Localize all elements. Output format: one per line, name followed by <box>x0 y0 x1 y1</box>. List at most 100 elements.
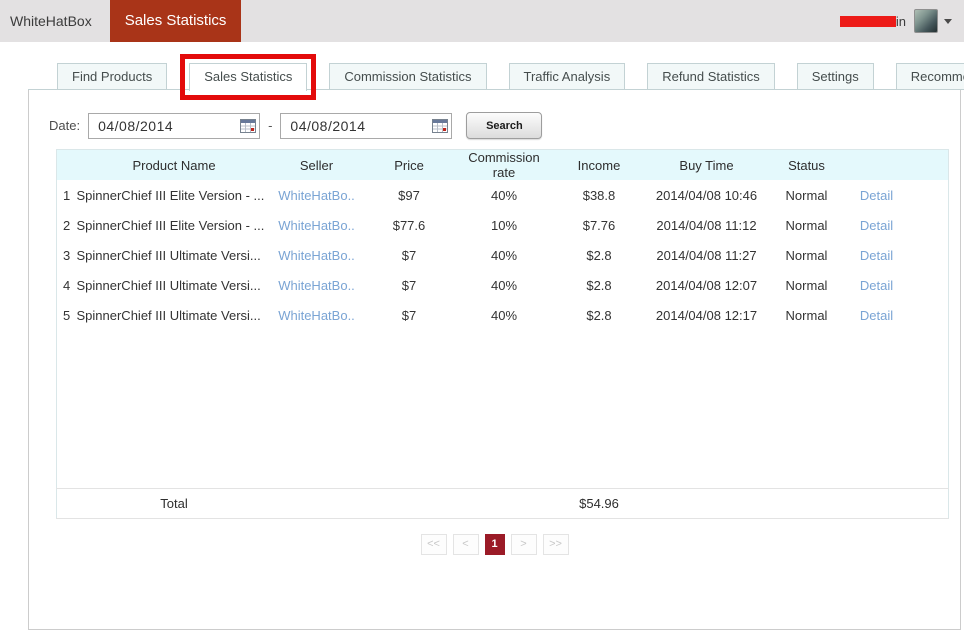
date-from-field <box>88 112 261 139</box>
col-product-name: Product Name <box>132 157 216 173</box>
commission-rate: 40% <box>490 187 518 203</box>
topnav-sales-statistics[interactable]: Sales Statistics <box>109 0 242 42</box>
date-filter-row: Date: - <box>49 112 960 139</box>
row-number: 4 <box>63 277 71 293</box>
seller-link[interactable]: WhiteHatBo.. <box>278 188 355 203</box>
user-menu[interactable]: in <box>839 0 964 42</box>
pagination-first-button[interactable]: << <box>420 533 447 555</box>
col-commission-rate: Commission rate <box>468 150 540 180</box>
commission-rate: 40% <box>490 307 518 323</box>
total-label: Total <box>160 495 188 511</box>
row-number: 3 <box>63 247 71 263</box>
price: $97 <box>398 187 420 203</box>
table-header-row: Product Name Seller Price Commission rat… <box>56 149 949 181</box>
col-num <box>57 150 77 181</box>
product-name: SpinnerChief III Ultimate Versi... <box>76 247 261 263</box>
commission-rate: 40% <box>490 247 518 263</box>
tab-find-products[interactable]: Find Products <box>57 63 168 90</box>
table-row: 1 SpinnerChief III Elite Version - ... W… <box>57 180 949 210</box>
tab-settings[interactable]: Settings <box>796 63 874 90</box>
price: $7 <box>401 307 417 323</box>
date-from-input[interactable] <box>88 112 261 139</box>
date-label: Date: <box>49 118 81 133</box>
tab-recommended-view[interactable]: Recommended View <box>895 63 964 90</box>
table-row: 2 SpinnerChief III Elite Version - ... W… <box>57 210 949 240</box>
detail-link[interactable]: Detail <box>860 218 893 233</box>
income: $2.8 <box>586 247 612 263</box>
product-name: SpinnerChief III Elite Version - ... <box>76 187 265 203</box>
content-panel: Date: - <box>28 90 961 630</box>
col-buy-time: Buy Time <box>679 157 734 173</box>
status: Normal <box>785 217 828 233</box>
table-row: 3 SpinnerChief III Ultimate Versi... Whi… <box>57 240 949 270</box>
calendar-icon[interactable] <box>240 118 257 133</box>
seller-link[interactable]: WhiteHatBo.. <box>278 308 355 323</box>
buy-time: 2014/04/08 12:07 <box>655 277 758 293</box>
buy-time: 2014/04/08 11:12 <box>656 217 757 233</box>
status: Normal <box>785 187 828 203</box>
col-status: Status <box>788 157 825 173</box>
calendar-icon[interactable] <box>432 118 449 133</box>
tab-refund-statistics[interactable]: Refund Statistics <box>647 63 775 90</box>
table-empty-area <box>57 330 949 488</box>
product-name: SpinnerChief III Ultimate Versi... <box>76 277 261 293</box>
avatar[interactable] <box>914 9 938 33</box>
income: $38.8 <box>582 187 616 203</box>
date-to-input[interactable] <box>280 112 453 139</box>
username-redaction <box>839 15 896 27</box>
detail-link[interactable]: Detail <box>860 308 893 323</box>
seller-link[interactable]: WhiteHatBo.. <box>278 278 355 293</box>
date-range-separator: - <box>268 118 273 133</box>
price: $7 <box>401 247 417 263</box>
tabstrip: Find Products Sales Statistics Commissio… <box>28 54 964 100</box>
chevron-down-icon[interactable] <box>944 18 952 24</box>
date-to-field <box>280 112 453 139</box>
search-button[interactable]: Search <box>466 112 543 139</box>
table-row: 5 SpinnerChief III Ultimate Versi... Whi… <box>57 300 949 330</box>
buy-time: 2014/04/08 12:17 <box>655 307 758 323</box>
screen: WhiteHatBox Sales Statistics in Find Pro… <box>0 0 964 642</box>
detail-link[interactable]: Detail <box>860 248 893 263</box>
commission-rate: 10% <box>490 217 518 233</box>
status: Normal <box>785 277 828 293</box>
seller-link[interactable]: WhiteHatBo.. <box>278 248 355 263</box>
tab-commission-statistics[interactable]: Commission Statistics <box>329 63 487 90</box>
detail-link[interactable]: Detail <box>860 188 893 203</box>
brand-link[interactable]: WhiteHatBox <box>0 0 102 42</box>
product-name: SpinnerChief III Ultimate Versi... <box>76 307 261 323</box>
tab-traffic-analysis[interactable]: Traffic Analysis <box>508 63 626 90</box>
price: $7 <box>401 277 417 293</box>
col-income: Income <box>577 157 621 173</box>
col-price: Price <box>394 157 424 173</box>
table-row: 4 SpinnerChief III Ultimate Versi... Whi… <box>57 270 949 300</box>
total-income: $54.96 <box>579 495 619 511</box>
product-name: SpinnerChief III Elite Version - ... <box>76 217 265 233</box>
col-seller: Seller <box>299 157 334 173</box>
income: $7.76 <box>582 217 616 233</box>
pagination: << < 1 > >> <box>29 533 960 555</box>
buy-time: 2014/04/08 11:27 <box>656 247 757 263</box>
income: $2.8 <box>586 307 612 323</box>
row-number: 2 <box>63 217 71 233</box>
tab-sales-statistics[interactable]: Sales Statistics <box>180 54 317 100</box>
row-number: 5 <box>63 307 71 323</box>
income: $2.8 <box>586 277 612 293</box>
sales-table: Product Name Seller Price Commission rat… <box>56 149 949 519</box>
pagination-page-1[interactable]: 1 <box>484 533 505 555</box>
col-filler <box>907 150 949 181</box>
username-text: in <box>895 13 906 29</box>
total-row: Total $54.96 <box>56 488 949 518</box>
pagination-next-button[interactable]: > <box>510 533 537 555</box>
seller-link[interactable]: WhiteHatBo.. <box>278 218 355 233</box>
status: Normal <box>785 247 828 263</box>
detail-link[interactable]: Detail <box>860 278 893 293</box>
commission-rate: 40% <box>490 277 518 293</box>
pagination-last-button[interactable]: >> <box>542 533 569 555</box>
buy-time: 2014/04/08 10:46 <box>655 187 758 203</box>
pagination-prev-button[interactable]: < <box>452 533 479 555</box>
topbar: WhiteHatBox Sales Statistics in <box>0 0 964 42</box>
price: $77.6 <box>392 217 426 233</box>
row-number: 1 <box>63 187 71 203</box>
col-detail <box>847 150 907 181</box>
